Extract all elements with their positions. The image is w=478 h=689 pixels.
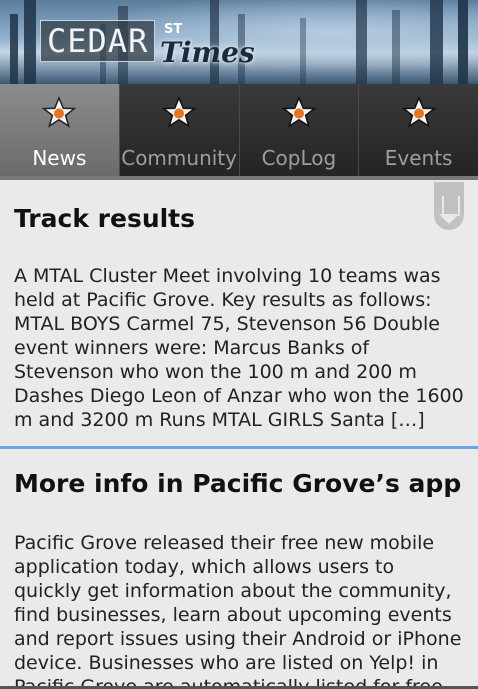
tab-community[interactable]: Community xyxy=(118,84,239,176)
star-icon xyxy=(401,96,436,128)
tab-events[interactable]: Events xyxy=(358,84,478,176)
article-title[interactable]: More info in Pacific Grove’s app xyxy=(14,449,464,509)
news-feed[interactable]: Track results A MTAL Cluster Meet involv… xyxy=(0,180,478,689)
arrow-tip xyxy=(439,214,459,224)
header-banner: CEDAR ST Times xyxy=(0,0,478,84)
star-icon xyxy=(42,96,77,128)
star-icon xyxy=(162,96,197,128)
article-summary: A MTAL Cluster Meet involving 10 teams w… xyxy=(14,265,464,431)
logo-script: Times xyxy=(160,36,255,69)
logo: CEDAR xyxy=(40,20,156,62)
article-item[interactable]: Track results A MTAL Cluster Meet involv… xyxy=(0,180,478,432)
tab-news[interactable]: News xyxy=(0,84,119,176)
article-title[interactable]: Track results xyxy=(14,180,464,246)
article-summary: Pacific Grove released their free new mo… xyxy=(14,532,462,689)
logo-superscript: ST xyxy=(164,22,183,37)
pull-down-handle[interactable] xyxy=(434,182,464,230)
tab-bar: News Community CopLog Events xyxy=(0,84,478,176)
tab-label: Community xyxy=(121,146,237,170)
article-item[interactable]: More info in Pacific Grove’s app Pacific… xyxy=(0,449,478,689)
logo-main-text: CEDAR xyxy=(47,22,149,60)
tab-coplog[interactable]: CopLog xyxy=(238,84,359,176)
tab-label: CopLog xyxy=(261,146,337,170)
star-icon xyxy=(281,96,316,128)
tab-label: News xyxy=(32,146,87,170)
tab-label: Events xyxy=(384,146,453,170)
arrow-down-icon xyxy=(442,196,460,216)
